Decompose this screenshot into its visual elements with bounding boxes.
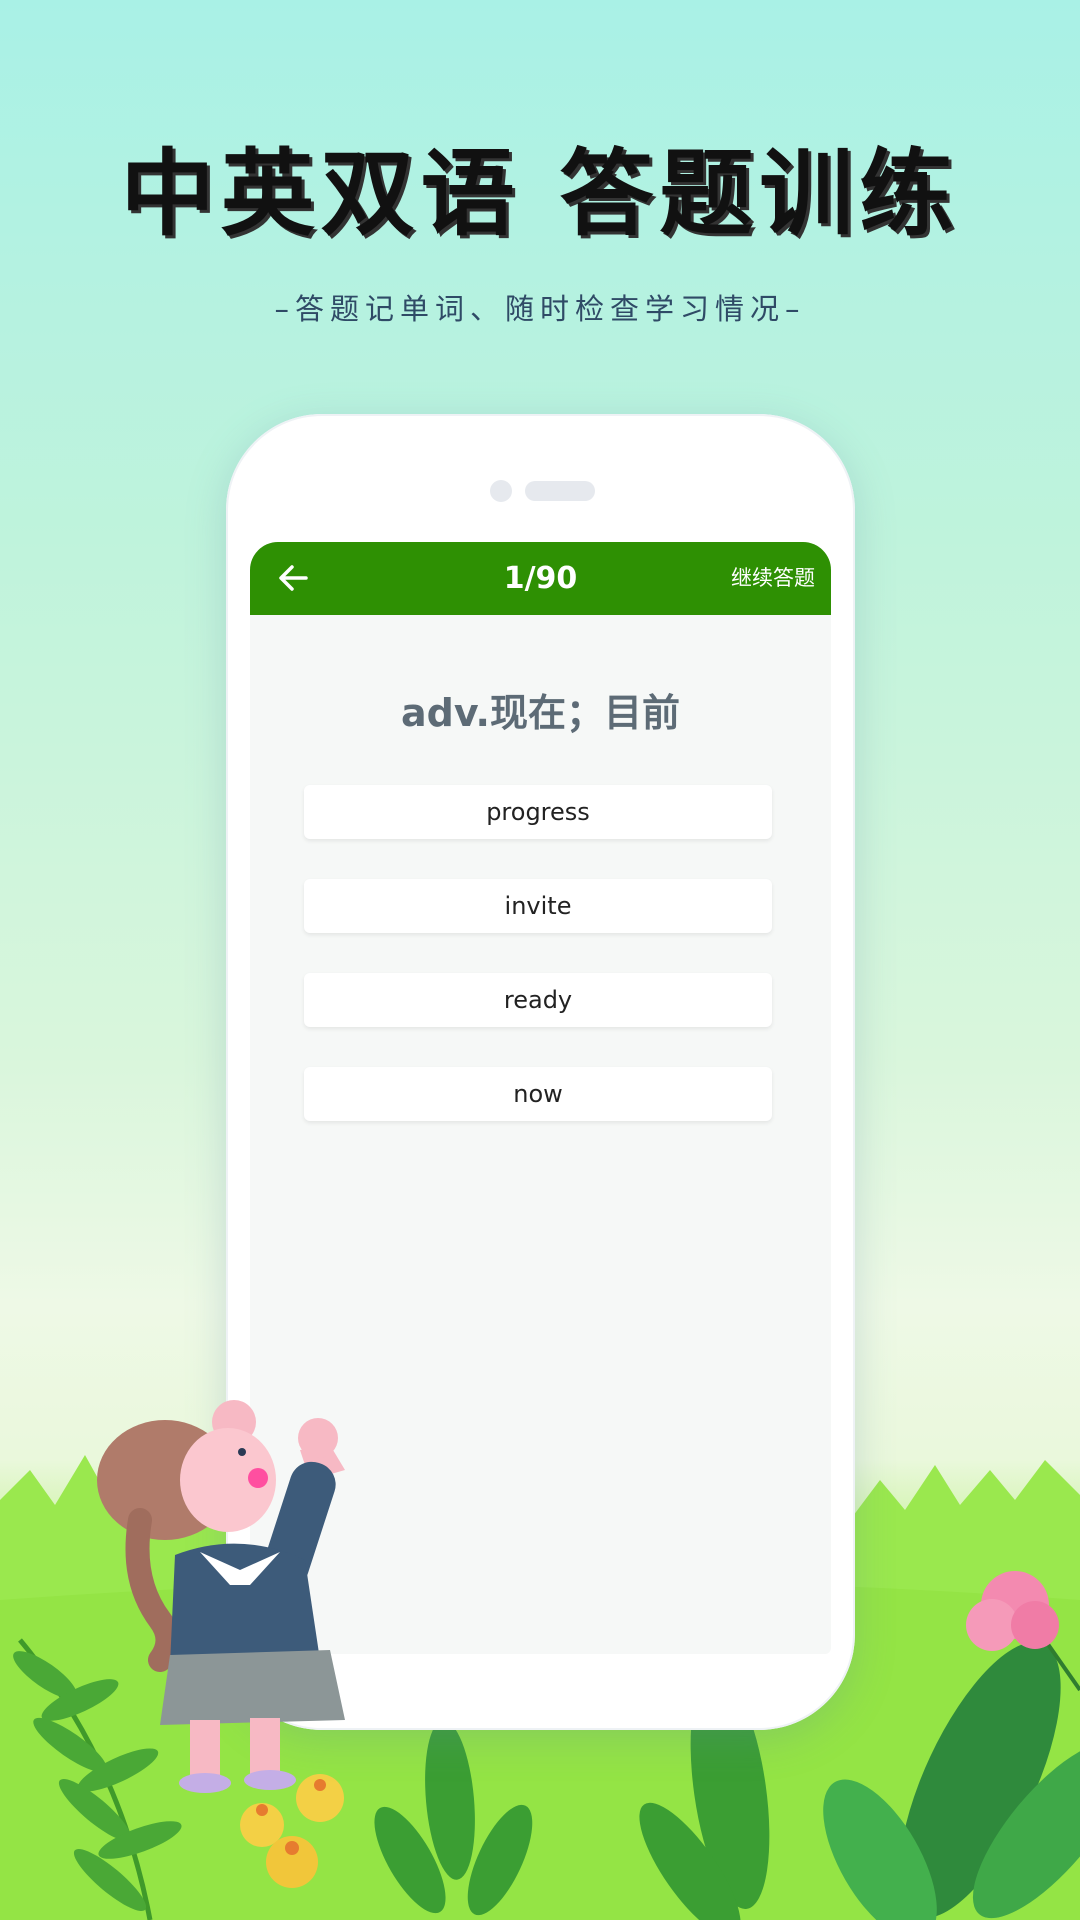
app-screen: 1/90 继续答题 adv.现在；目前 progress invite read… (250, 542, 831, 1654)
answer-option[interactable]: ready (304, 973, 772, 1027)
promo-subline: –答题记单词、随时检查学习情况– (274, 292, 806, 326)
answer-option[interactable]: invite (304, 879, 772, 933)
answer-option[interactable]: now (304, 1067, 772, 1121)
phone-camera (490, 480, 512, 502)
promo-headline: 中英双语 答题训练 (120, 140, 960, 249)
phone-mockup: 1/90 继续答题 adv.现在；目前 progress invite read… (226, 414, 855, 1730)
phone-speaker (525, 481, 595, 501)
answer-option[interactable]: progress (304, 785, 772, 839)
arrow-left-icon (279, 565, 308, 591)
back-button[interactable] (270, 554, 318, 602)
question-text: adv.现在；目前 (401, 691, 680, 735)
continue-answering-button[interactable]: 继续答题 (731, 542, 815, 615)
app-bar: 1/90 继续答题 (250, 542, 831, 615)
